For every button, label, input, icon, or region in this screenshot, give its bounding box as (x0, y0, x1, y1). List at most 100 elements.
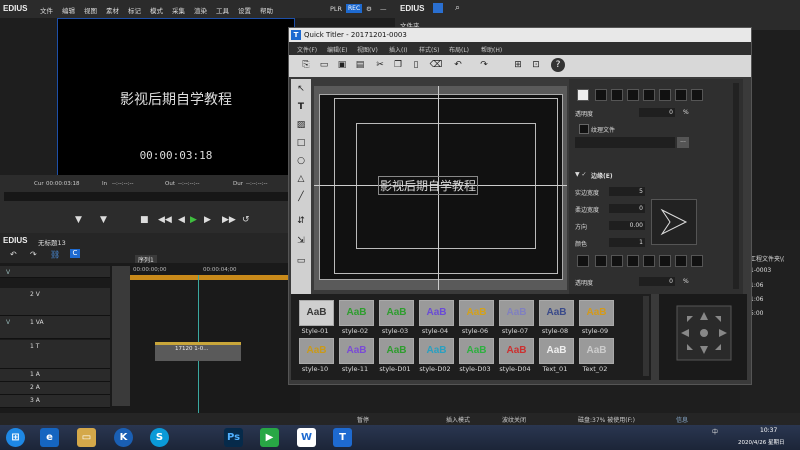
line-tool-icon[interactable]: ╱ (294, 190, 308, 204)
step-forward-icon[interactable]: ▶ (204, 215, 211, 225)
select-arrow-icon[interactable]: ↖ (294, 82, 308, 96)
start-button-icon[interactable]: ⊞ (6, 428, 25, 447)
track-header[interactable]: 1 A (0, 369, 110, 382)
style-thumbnail[interactable]: AaB (339, 338, 374, 364)
menu-capture[interactable]: 采集 (172, 5, 185, 15)
bin-item[interactable]: 1-0003 (750, 267, 771, 274)
help-icon[interactable]: ? (551, 58, 565, 72)
track-header[interactable]: 2 A (0, 382, 110, 395)
redo-icon[interactable]: ↷ (30, 250, 37, 259)
qt-menu-style[interactable]: 样式(S) (419, 45, 440, 54)
gear-icon[interactable]: ⚙ (366, 5, 372, 13)
menu-view[interactable]: 视图 (84, 5, 97, 15)
rectangle-tool-icon[interactable]: □ (294, 136, 308, 150)
style-thumbnail[interactable]: AaB (579, 338, 614, 364)
skype-icon[interactable]: S (150, 428, 169, 447)
direction-value[interactable]: 0.00 (609, 221, 645, 230)
stop-icon[interactable]: ■ (140, 215, 149, 225)
step-back-icon[interactable]: ◀ (178, 215, 185, 225)
ruler-range[interactable] (130, 275, 300, 280)
track-header[interactable]: V 1 VA (0, 316, 110, 339)
qt-menu-file[interactable]: 文件(F) (297, 45, 317, 54)
title-text-object[interactable]: 影视后期自学教程 (378, 176, 479, 195)
file-explorer-icon[interactable]: ▭ (77, 428, 96, 447)
edge-color-swatch[interactable] (627, 255, 639, 267)
undo-icon[interactable]: ↶ (10, 250, 17, 259)
color-swatch[interactable] (577, 89, 589, 101)
style-thumbnail[interactable]: AaB (299, 338, 334, 364)
wps-icon[interactable]: W (297, 428, 316, 447)
track-header[interactable]: 3 A (0, 395, 110, 408)
menu-help[interactable]: 帮助 (260, 5, 273, 15)
fast-forward-icon[interactable]: ▶▶ (222, 215, 236, 225)
redo-icon[interactable]: ↷ (477, 58, 491, 72)
layer-icon[interactable]: ▭ (294, 254, 308, 268)
solid-edge-value[interactable]: 5 (609, 187, 645, 196)
menu-tools[interactable]: 工具 (216, 5, 229, 15)
loop-icon[interactable]: ↺ (242, 215, 250, 225)
edge-color-swatch[interactable] (595, 255, 607, 267)
title-clip[interactable]: 17120 1-0... (155, 342, 241, 361)
app-k-icon[interactable]: K (114, 428, 133, 447)
color-swatch[interactable] (675, 89, 687, 101)
props-scrollbar[interactable] (733, 83, 739, 289)
play-icon[interactable]: ▶ (190, 215, 197, 225)
player-app-icon[interactable]: ▶ (260, 428, 279, 447)
edge-color-swatch[interactable] (675, 255, 687, 267)
ie-browser-icon[interactable]: e (40, 428, 59, 447)
menu-edit[interactable]: 编辑 (62, 5, 75, 15)
track-header[interactable]: V (0, 266, 110, 278)
style-thumbnail[interactable]: AaB (419, 300, 454, 326)
grid-icon[interactable]: ⊞ (511, 58, 525, 72)
open-icon[interactable]: ▭ (317, 58, 331, 72)
rewind-icon[interactable]: ◀◀ (158, 215, 172, 225)
status-info[interactable]: 信息 (676, 415, 688, 424)
text-tool-icon[interactable]: T (294, 100, 308, 114)
set-out-icon[interactable]: ▼ (100, 215, 107, 225)
distribute-icon[interactable]: ⇲ (294, 234, 308, 248)
cut-icon[interactable]: ✂ (373, 58, 387, 72)
color-swatch[interactable] (627, 89, 639, 101)
style-thumbnail[interactable]: AaB (459, 300, 494, 326)
image-tool-icon[interactable]: ▨ (294, 118, 308, 132)
menu-mode[interactable]: 模式 (150, 5, 163, 15)
color-swatch[interactable] (595, 89, 607, 101)
bin-item[interactable]: 5:00 (750, 310, 763, 317)
triangle-tool-icon[interactable]: △ (294, 172, 308, 186)
texture-browse-button[interactable]: ... (677, 137, 689, 148)
style-thumbnail[interactable]: AaB (539, 338, 574, 364)
snap-icon[interactable]: C (70, 249, 80, 258)
menu-settings[interactable]: 设置 (238, 5, 251, 15)
edge-color-swatch[interactable] (691, 255, 703, 267)
style-thumbnail[interactable]: AaB (459, 338, 494, 364)
clock-time[interactable]: 10:37 (760, 427, 777, 434)
clock-date[interactable]: 2020/4/26 星期日 (738, 438, 784, 446)
style-thumbnail[interactable]: AaB (379, 300, 414, 326)
plr-label[interactable]: PLR (330, 5, 342, 13)
edge-color-swatch[interactable] (577, 255, 589, 267)
menu-marker[interactable]: 标记 (128, 5, 141, 15)
copy-icon[interactable]: ❐ (391, 58, 405, 72)
soft-edge-value[interactable]: 0 (609, 204, 645, 213)
save-icon[interactable]: ▣ (335, 58, 349, 72)
quick-titler-taskbar-icon[interactable]: T (333, 428, 352, 447)
bin-item[interactable]: 1:06 (750, 296, 763, 303)
direction-dial[interactable] (651, 199, 697, 245)
menu-file[interactable]: 文件 (40, 5, 53, 15)
link-icon[interactable]: ⛓ (50, 250, 60, 259)
track-header[interactable]: 2 V (0, 288, 110, 316)
style-thumbnail[interactable]: AaB (579, 300, 614, 326)
style-thumbnail[interactable]: AaB (539, 300, 574, 326)
edge-color-swatch[interactable] (611, 255, 623, 267)
scrub-bar[interactable] (4, 192, 290, 201)
search-icon[interactable]: ⌕ (455, 3, 460, 13)
color-swatch[interactable] (659, 89, 671, 101)
bin-item[interactable]: 1:06 (750, 282, 763, 289)
style-thumbnail[interactable]: AaB (299, 300, 334, 326)
delete-icon[interactable]: ⌫ (429, 58, 443, 72)
style-thumbnail[interactable]: AaB (499, 300, 534, 326)
qt-menu-insert[interactable]: 插入(I) (389, 45, 407, 54)
minimize-icon[interactable]: — (380, 5, 387, 13)
ellipse-tool-icon[interactable]: ○ (294, 154, 308, 168)
align-icon[interactable]: ⇵ (294, 214, 308, 228)
